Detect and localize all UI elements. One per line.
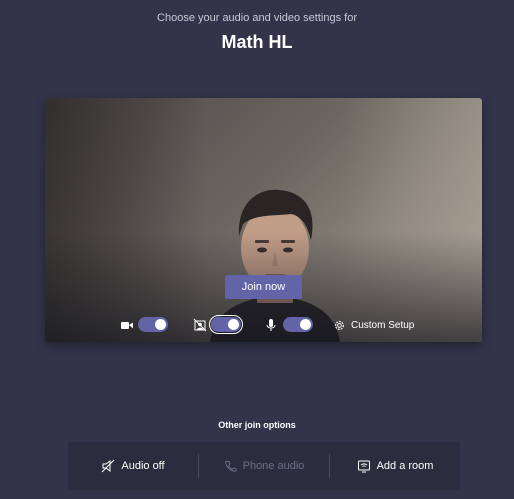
speaker-off-icon bbox=[102, 459, 115, 473]
video-camera-icon bbox=[121, 322, 133, 329]
microphone-toggle[interactable] bbox=[283, 317, 313, 332]
microphone-icon bbox=[266, 319, 276, 331]
background-blur-toggle[interactable] bbox=[209, 315, 243, 334]
audio-off-label: Audio off bbox=[121, 460, 165, 472]
microphone-toggle-knob bbox=[300, 319, 311, 330]
add-a-room-label: Add a room bbox=[376, 460, 434, 472]
meeting-title: Math HL bbox=[221, 32, 293, 52]
background-blur-toggle-knob bbox=[228, 319, 239, 330]
phone-icon bbox=[225, 460, 237, 472]
audio-off-option[interactable]: Audio off bbox=[68, 442, 198, 490]
other-join-options-bar: Audio off Phone audio Add a room bbox=[68, 442, 460, 490]
camera-toggle[interactable] bbox=[138, 317, 168, 332]
background-blur-icon bbox=[193, 318, 207, 332]
gear-icon bbox=[335, 320, 344, 330]
add-a-room-option[interactable]: Add a room bbox=[330, 442, 460, 490]
room-cast-icon bbox=[357, 460, 370, 473]
phone-audio-label: Phone audio bbox=[242, 460, 305, 472]
custom-setup-button[interactable]: Custom Setup bbox=[333, 316, 414, 334]
prejoin-subtitle: Choose your audio and video settings for bbox=[157, 12, 357, 24]
join-now-button[interactable]: Join now bbox=[225, 275, 302, 299]
other-join-options-title: Other join options bbox=[218, 420, 296, 430]
video-preview: Join now Custom Setup bbox=[45, 98, 482, 342]
camera-toggle-knob bbox=[155, 319, 166, 330]
custom-setup-label: Custom Setup bbox=[351, 319, 415, 331]
device-controls: Custom Setup bbox=[45, 315, 482, 334]
phone-audio-option[interactable]: Phone audio bbox=[199, 442, 329, 490]
